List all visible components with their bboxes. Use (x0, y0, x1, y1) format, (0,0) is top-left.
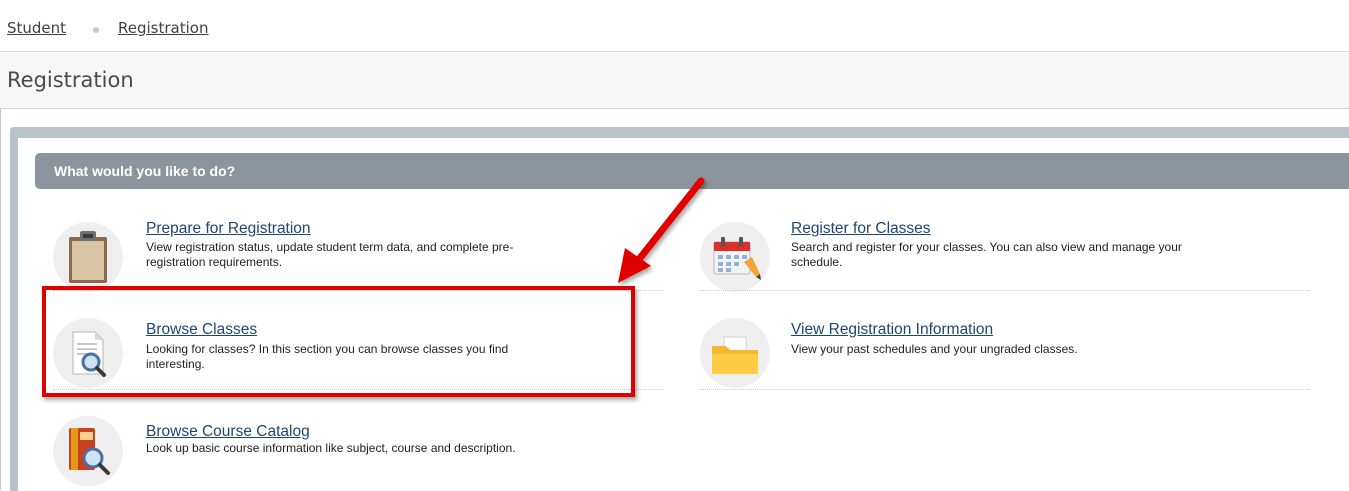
section-header-title: What would you like to do? (54, 163, 236, 179)
calendar-icon (700, 222, 770, 292)
card-divider (700, 290, 1310, 291)
browse-catalog-link[interactable]: Browse Course Catalog (146, 423, 310, 441)
register-classes-link[interactable]: Register for Classes (791, 220, 931, 238)
browse-catalog-desc-line1: Look up basic course information like su… (146, 441, 516, 455)
prepare-registration-link[interactable]: Prepare for Registration (146, 220, 311, 238)
register-classes-desc-line2: schedule. (791, 255, 843, 269)
view-registration-info-link[interactable]: View Registration Information (791, 321, 993, 339)
view-registration-info-desc-line1: View your past schedules and your ungrad… (791, 342, 1078, 356)
page-title: Registration (7, 68, 134, 92)
browse-catalog-desc: Look up basic course information like su… (146, 441, 666, 456)
prepare-registration-desc: View registration status, update student… (146, 240, 616, 270)
view-registration-info-desc: View your past schedules and your ungrad… (791, 342, 1311, 357)
breadcrumb: Student Registration (0, 0, 1349, 52)
prepare-registration-desc-line1: View registration status, update student… (146, 240, 514, 254)
prepare-registration-desc-line2: registration requirements. (146, 255, 283, 269)
breadcrumb-separator (93, 27, 99, 33)
breadcrumb-registration-link[interactable]: Registration (118, 19, 208, 37)
book-search-icon (53, 416, 123, 486)
breadcrumb-student-link[interactable]: Student (7, 19, 66, 37)
highlight-box (42, 286, 635, 397)
card-divider (700, 389, 1310, 390)
register-classes-desc-line1: Search and register for your classes. Yo… (791, 240, 1182, 254)
clipboard-icon (53, 222, 123, 292)
section-header: What would you like to do? (35, 153, 1349, 189)
page-title-bar: Registration (0, 52, 1349, 109)
folder-icon (700, 318, 770, 388)
register-classes-desc: Search and register for your classes. Yo… (791, 240, 1311, 270)
